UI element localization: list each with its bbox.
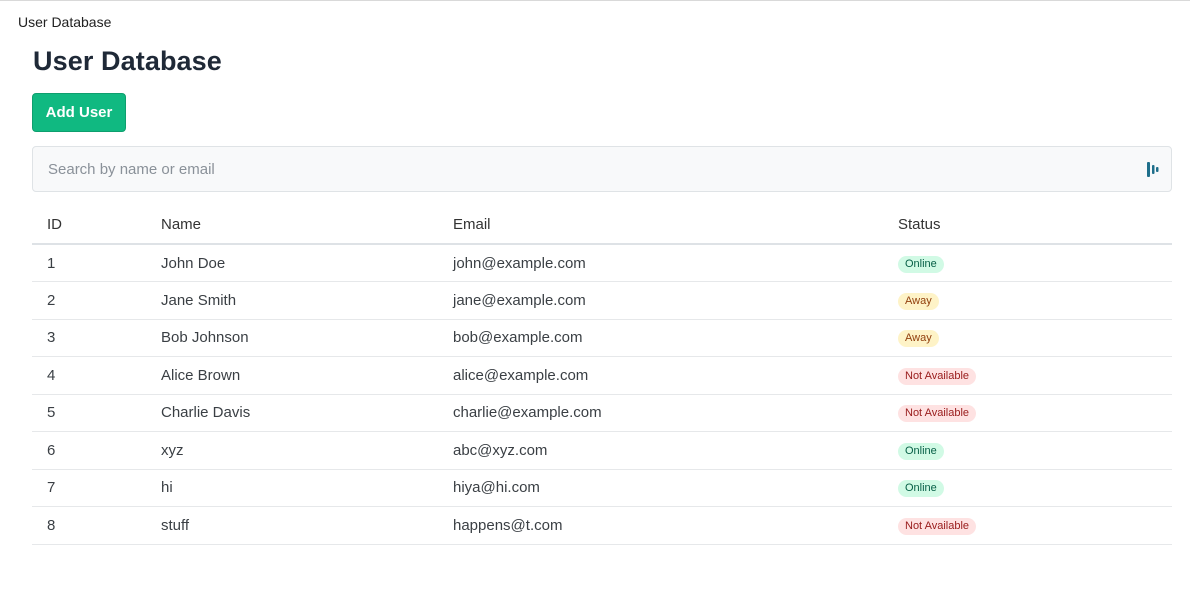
- cell-email: john@example.com: [438, 244, 883, 282]
- table-row[interactable]: 4 Alice Brown alice@example.com Not Availab…: [32, 356, 1172, 395]
- cell-status: Not Available: [883, 506, 1172, 545]
- browser-top-border: [0, 0, 1190, 1]
- status-badge: Not Available: [898, 517, 977, 535]
- cell-email: alice@example.com: [438, 356, 883, 395]
- cell-status: Not Available: [883, 394, 1172, 432]
- cell-name: hi: [146, 469, 438, 507]
- search-input[interactable]: [33, 147, 1171, 191]
- cell-name: Jane Smith: [146, 281, 438, 320]
- cell-email: hiya@hi.com: [438, 469, 883, 507]
- page-title: User Database: [33, 46, 222, 76]
- table-row[interactable]: 7 hi hiya@hi.com Online: [32, 469, 1172, 507]
- cell-id: 3: [32, 319, 146, 357]
- cell-email: abc@xyz.com: [438, 431, 883, 470]
- status-badge: Not Available: [898, 367, 977, 385]
- table-row[interactable]: 8 stuff happens@t.com Not Available: [32, 506, 1172, 545]
- cell-id: 2: [32, 281, 146, 320]
- table-row[interactable]: 3 Bob Johnson bob@example.com Away: [32, 319, 1172, 357]
- cell-status: Away: [883, 281, 1172, 320]
- table-row[interactable]: 1 John Doe john@example.com Online: [32, 244, 1172, 282]
- cell-name: Bob Johnson: [146, 319, 438, 357]
- add-user-button[interactable]: Add User: [32, 93, 126, 132]
- status-badge: Away: [898, 330, 939, 348]
- column-header-email[interactable]: Email: [438, 206, 883, 245]
- table-row[interactable]: 2 Jane Smith jane@example.com Away: [32, 281, 1172, 320]
- cell-email: happens@t.com: [438, 506, 883, 545]
- cell-status: Not Available: [883, 356, 1172, 395]
- search-field: [32, 146, 1172, 192]
- cell-status: Online: [883, 469, 1172, 507]
- cell-name: xyz: [146, 431, 438, 470]
- status-badge: Away: [898, 292, 939, 310]
- cell-status: Online: [883, 244, 1172, 282]
- password-manager-icon[interactable]: [1147, 162, 1159, 177]
- users-table: ID Name Email Status 1 John Doe john@examp…: [32, 206, 1172, 545]
- cell-email: jane@example.com: [438, 281, 883, 320]
- cell-id: 7: [32, 469, 146, 507]
- cell-email: charlie@example.com: [438, 394, 883, 432]
- table-header-row: ID Name Email Status: [32, 206, 1172, 245]
- cell-id: 8: [32, 506, 146, 545]
- cell-name: John Doe: [146, 244, 438, 282]
- cell-name: Alice Brown: [146, 356, 438, 395]
- table-row[interactable]: 6 xyz abc@xyz.com Online: [32, 431, 1172, 470]
- cell-id: 1: [32, 244, 146, 282]
- status-badge: Not Available: [898, 405, 977, 423]
- cell-id: 5: [32, 394, 146, 432]
- cell-name: stuff: [146, 506, 438, 545]
- status-badge: Online: [898, 255, 944, 273]
- column-header-name[interactable]: Name: [146, 206, 438, 245]
- cell-email: bob@example.com: [438, 319, 883, 357]
- cell-name: Charlie Davis: [146, 394, 438, 432]
- cell-status: Away: [883, 319, 1172, 357]
- cell-id: 4: [32, 356, 146, 395]
- document-title: User Database: [18, 14, 112, 30]
- cell-id: 6: [32, 431, 146, 470]
- table-row[interactable]: 5 Charlie Davis charlie@example.com Not Ava…: [32, 394, 1172, 432]
- cell-status: Online: [883, 431, 1172, 470]
- column-header-id[interactable]: ID: [32, 206, 146, 245]
- column-header-status[interactable]: Status: [883, 206, 1172, 245]
- status-badge: Online: [898, 442, 944, 460]
- status-badge: Online: [898, 480, 944, 498]
